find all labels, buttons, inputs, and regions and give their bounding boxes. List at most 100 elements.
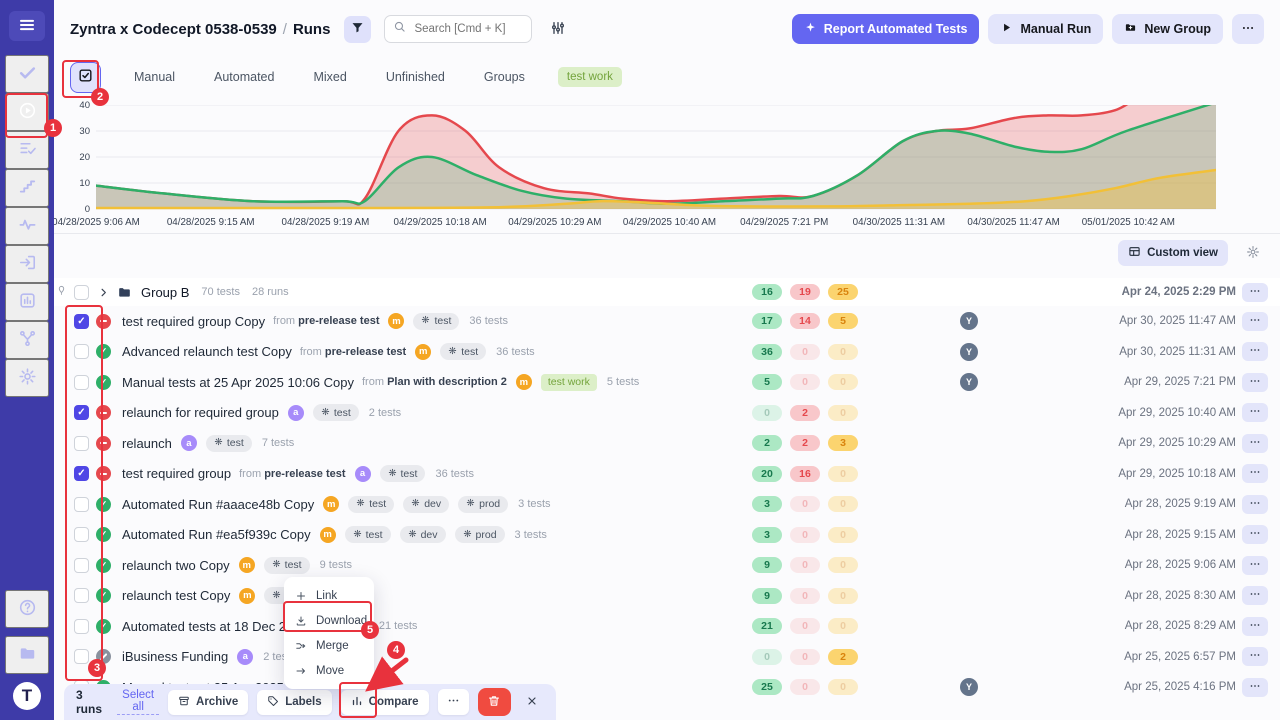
table-row[interactable]: ✓test required groupfrom pre-release tes… (54, 459, 1280, 490)
menu-item-move[interactable]: Move (284, 658, 374, 683)
run-name[interactable]: test required group Copy (122, 314, 265, 329)
run-name[interactable]: Manual tests at 25 Apr 2025 10:06 Copy (122, 375, 354, 390)
env-tag[interactable]: test (380, 465, 426, 482)
row-more-button[interactable] (1242, 556, 1268, 575)
env-tag[interactable]: test (413, 313, 459, 330)
tab-groups[interactable]: Groups (478, 69, 531, 85)
avatar[interactable]: Y (960, 312, 978, 330)
table-row[interactable]: ✓relaunch two Copymtest9 tests900Apr 28,… (54, 550, 1280, 581)
sidebar-item-projects[interactable] (5, 636, 49, 674)
env-tag[interactable]: dev (400, 526, 446, 543)
env-tag[interactable]: dev (403, 496, 449, 513)
row-checkbox[interactable] (74, 527, 89, 542)
table-row[interactable]: relaunchatest7 tests223Apr 29, 2025 10:2… (54, 428, 1280, 459)
row-more-button[interactable] (1242, 434, 1268, 453)
sidebar-item-analytics[interactable] (5, 283, 49, 321)
avatar[interactable]: Y (960, 373, 978, 391)
report-automated-tests-button[interactable]: Report Automated Tests (792, 14, 980, 44)
table-row[interactable]: ✓Automated tests at 18 Dec 2024 12:42m21… (54, 611, 1280, 642)
table-row[interactable]: iBusiness Fundinga2 tests002Apr 25, 2025… (54, 642, 1280, 673)
tab-automated[interactable]: Automated (208, 69, 280, 85)
filter-chip-test-work[interactable]: test work (558, 67, 622, 87)
sidebar-item-list-check[interactable] (5, 131, 49, 169)
selection-more-button[interactable] (438, 689, 469, 715)
sidebar-item-tasks[interactable] (5, 55, 49, 93)
env-tag[interactable]: test (440, 343, 486, 360)
run-name[interactable]: Advanced relaunch test Copy (122, 344, 292, 359)
run-name[interactable]: relaunch (122, 436, 172, 451)
run-name[interactable]: Automated Run #aaace48b Copy (122, 497, 314, 512)
row-more-button[interactable] (1242, 617, 1268, 636)
label-chip[interactable]: test work (541, 374, 597, 391)
row-more-button[interactable] (1242, 342, 1268, 361)
sidebar-item-import[interactable] (5, 245, 49, 283)
row-checkbox[interactable] (74, 497, 89, 512)
new-group-button[interactable]: New Group (1112, 14, 1223, 44)
sidebar-item-steps[interactable] (5, 169, 49, 207)
sidebar-item-pulse[interactable] (5, 207, 49, 245)
manual-run-button[interactable]: Manual Run (988, 14, 1103, 44)
run-name[interactable]: relaunch test Copy (122, 588, 230, 603)
header-more-button[interactable] (1232, 14, 1264, 44)
archive-button[interactable]: Archive (168, 690, 248, 715)
tab-manual[interactable]: Manual (128, 69, 181, 85)
row-more-button[interactable] (1242, 312, 1268, 331)
sidebar-item-gear[interactable] (5, 359, 49, 397)
view-settings-button[interactable] (1240, 244, 1266, 263)
row-more-button[interactable] (1242, 678, 1268, 697)
run-name[interactable]: relaunch two Copy (122, 558, 230, 573)
menu-button[interactable] (9, 11, 45, 41)
row-checkbox[interactable] (74, 558, 89, 573)
row-more-button[interactable] (1242, 525, 1268, 544)
close-selection-button[interactable] (520, 694, 544, 711)
search-input[interactable] (412, 22, 522, 36)
row-checkbox[interactable]: ✓ (74, 466, 89, 481)
filter-button[interactable] (344, 16, 371, 43)
search-settings-button[interactable] (544, 19, 572, 40)
row-more-button[interactable] (1242, 495, 1268, 514)
row-checkbox[interactable] (74, 619, 89, 634)
table-row[interactable]: ✓Automated Run #aaace48b Copymtestdevpro… (54, 489, 1280, 520)
row-more-button[interactable] (1242, 403, 1268, 422)
env-tag[interactable]: test (206, 435, 252, 452)
group-row[interactable]: Group B70 tests28 runs161925Apr 24, 2025… (54, 278, 1280, 306)
run-name[interactable]: Automated Run #ea5f939c Copy (122, 527, 311, 542)
table-row[interactable]: ✓relaunch test Copymtest9 tests900Apr 28… (54, 581, 1280, 612)
env-tag[interactable]: prod (455, 526, 505, 543)
env-tag[interactable]: test (348, 496, 394, 513)
row-checkbox[interactable] (74, 344, 89, 359)
run-name[interactable]: test required group (122, 466, 231, 481)
chevron-right-icon[interactable] (98, 287, 109, 298)
labels-button[interactable]: Labels (257, 690, 331, 715)
row-checkbox[interactable]: ✓ (74, 314, 89, 329)
row-more-button[interactable] (1242, 464, 1268, 483)
table-row[interactable]: ✓Manual tests at 25 Apr 2025 10:06 Copyf… (54, 367, 1280, 398)
table-row[interactable]: ✓test required group Copyfrom pre-releas… (54, 306, 1280, 337)
search-box[interactable] (384, 15, 532, 43)
menu-item-download[interactable]: Download (284, 608, 374, 633)
row-checkbox[interactable]: ✓ (74, 405, 89, 420)
sidebar-item-play-circle[interactable] (5, 93, 49, 131)
avatar[interactable]: Y (960, 343, 978, 361)
menu-item-link[interactable]: Link (284, 583, 374, 608)
select-all-toggle[interactable] (70, 62, 101, 93)
env-tag[interactable]: test (345, 526, 391, 543)
select-all-link[interactable]: Select all (117, 689, 159, 715)
sidebar-item-branch[interactable] (5, 321, 49, 359)
row-more-button[interactable] (1242, 373, 1268, 392)
row-more-button[interactable] (1242, 647, 1268, 666)
env-tag[interactable]: test (264, 557, 310, 574)
table-row[interactable]: ✓Advanced relaunch test Copyfrom pre-rel… (54, 337, 1280, 368)
tab-unfinished[interactable]: Unfinished (380, 69, 451, 85)
row-more-button[interactable] (1242, 283, 1268, 302)
row-checkbox[interactable] (74, 375, 89, 390)
row-more-button[interactable] (1242, 586, 1268, 605)
menu-item-merge[interactable]: Merge (284, 633, 374, 658)
custom-view-button[interactable]: Custom view (1118, 240, 1228, 266)
env-tag[interactable]: prod (458, 496, 508, 513)
group-checkbox[interactable] (74, 285, 89, 300)
row-checkbox[interactable] (74, 436, 89, 451)
compare-button[interactable]: Compare (341, 690, 429, 715)
env-tag[interactable]: test (313, 404, 359, 421)
row-checkbox[interactable] (74, 588, 89, 603)
